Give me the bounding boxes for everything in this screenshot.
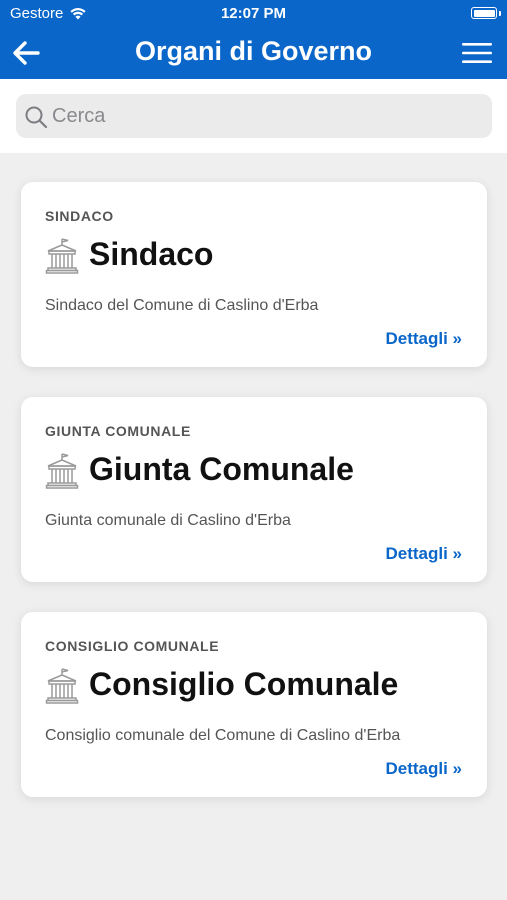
card-title: Consiglio Comunale <box>89 666 399 702</box>
hamburger-menu-icon[interactable] <box>462 42 492 64</box>
battery-icon <box>471 7 497 19</box>
card-kicker: GIUNTA COMUNALE <box>45 423 191 439</box>
card-consiglio-comunale[interactable]: CONSIGLIO COMUNALE Consiglio Comunale Co… <box>21 612 487 797</box>
search-field[interactable] <box>16 94 492 138</box>
search-icon <box>25 106 48 129</box>
card-description: Sindaco del Comune di Caslino d'Erba <box>45 297 319 314</box>
town-hall-icon <box>45 668 79 704</box>
card-title: Giunta Comunale <box>89 451 354 487</box>
card-description: Giunta comunale di Caslino d'Erba <box>45 512 291 529</box>
card-kicker: CONSIGLIO COMUNALE <box>45 638 220 654</box>
app-header: Gestore 12:07 PM Organi di Governo <box>0 0 507 79</box>
town-hall-icon <box>45 453 79 489</box>
details-link[interactable]: Dettagli » <box>385 329 462 349</box>
card-kicker: SINDACO <box>45 208 114 224</box>
clock: 12:07 PM <box>220 5 287 22</box>
card-title: Sindaco <box>89 236 214 272</box>
status-bar: Gestore 12:07 PM <box>0 0 507 28</box>
search-input[interactable] <box>52 94 482 138</box>
card-sindaco[interactable]: SINDACO Sindaco Sindaco del Comune di Ca… <box>21 182 487 367</box>
search-bar <box>0 79 507 153</box>
navigation-bar: Organi di Governo <box>0 28 507 79</box>
details-link[interactable]: Dettagli » <box>385 544 462 564</box>
battery-tip <box>499 11 501 16</box>
card-description: Consiglio comunale del Comune di Caslino… <box>45 727 401 744</box>
card-giunta-comunale[interactable]: GIUNTA COMUNALE Giunta Comunale Giunta c… <box>21 397 487 582</box>
town-hall-icon <box>45 238 79 274</box>
page-title: Organi di Governo <box>134 36 373 66</box>
details-link[interactable]: Dettagli » <box>385 759 462 779</box>
